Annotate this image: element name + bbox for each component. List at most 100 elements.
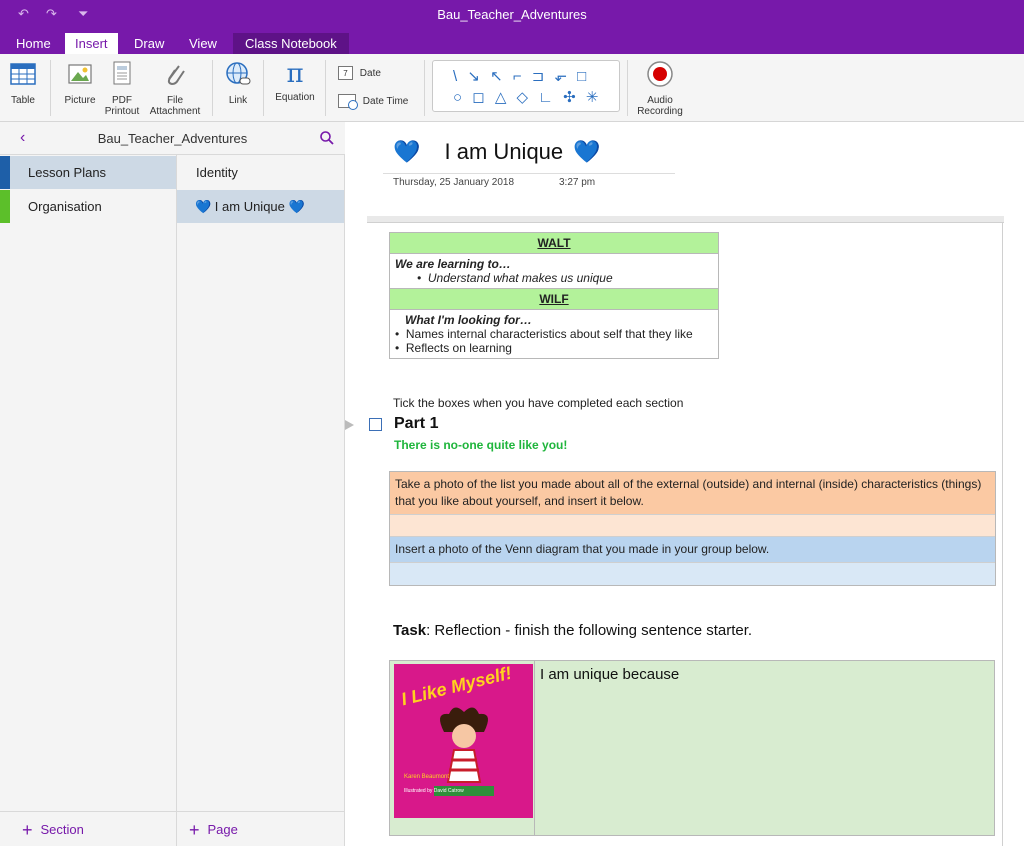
page-title[interactable]: 💙 I am Unique 💙 <box>393 139 601 165</box>
venn-instruction-cell: Insert a photo of the Venn diagram that … <box>390 537 995 563</box>
table-label: Table <box>11 95 35 106</box>
sentence-starter[interactable]: I am unique because <box>540 666 679 683</box>
tab-insert[interactable]: Insert <box>65 33 118 54</box>
plus-icon: + <box>22 820 33 840</box>
add-page-label: Page <box>207 822 238 837</box>
walt-header: WALT <box>389 232 719 254</box>
ribbon-separator <box>424 60 425 116</box>
notebook-name[interactable]: Bau_Teacher_Adventures <box>0 131 345 146</box>
page-item-i-am-unique[interactable]: 💙 I am Unique 💙 <box>177 190 344 223</box>
audio-recording-button[interactable]: Audio Recording <box>632 60 688 117</box>
ribbon-separator <box>263 60 264 116</box>
cell-divider <box>534 661 535 835</box>
photo-insert-cell[interactable] <box>390 515 995 537</box>
task-text: : Reflection - finish the following sent… <box>426 622 753 639</box>
paperclip-icon <box>167 65 185 86</box>
page-time: 3:27 pm <box>559 177 596 188</box>
picture-label: Picture <box>64 95 96 106</box>
ribbon-separator <box>325 60 326 116</box>
date-button[interactable]: 7 Date <box>338 66 381 80</box>
picture-button[interactable]: Picture <box>60 60 100 106</box>
calendar-clock-icon <box>338 94 358 110</box>
wilf-item: • Names internal characteristics about s… <box>395 327 693 341</box>
section-color-lesson-plans <box>0 156 10 189</box>
date-time-label: Date Time <box>362 95 409 107</box>
tab-view[interactable]: View <box>179 33 227 54</box>
part1-subtitle: There is no-one quite like you! <box>394 438 568 452</box>
globe-link-icon <box>226 62 251 85</box>
task-label: Task <box>393 622 427 639</box>
ribbon-separator <box>212 60 213 116</box>
pdf-label-2: Printout <box>104 106 140 117</box>
table-icon <box>10 63 36 85</box>
section-pane <box>0 122 177 846</box>
paragraph-handle-icon[interactable] <box>345 420 354 430</box>
girl-illustration <box>434 707 494 796</box>
shapes-row-figures[interactable]: ○ ◻ △ ◇ ∟ ✣ ✳ <box>453 88 601 106</box>
file-label-1: File <box>166 95 184 106</box>
shapes-gallery[interactable]: \ ↘ ↖ ⌐ ⊐ ⬐ □ ○ ◻ △ ◇ ∟ ✣ ✳ <box>432 60 620 112</box>
file-attachment-button[interactable]: File Attachment <box>146 60 204 117</box>
plus-icon: + <box>189 820 200 840</box>
note-container-handle[interactable] <box>367 216 1004 223</box>
venn-insert-cell[interactable] <box>390 563 995 585</box>
blue-heart-icon: 💙 <box>393 139 421 164</box>
tab-draw[interactable]: Draw <box>124 33 174 54</box>
add-section-label: Section <box>40 822 84 837</box>
wilf-cell[interactable]: What I'm looking for… • Names internal c… <box>389 309 719 359</box>
picture-icon <box>68 64 92 84</box>
add-section-button[interactable]: + Section <box>0 811 177 846</box>
search-icon[interactable] <box>319 130 335 146</box>
window-title: Bau_Teacher_Adventures <box>437 7 587 22</box>
section-color-organisation <box>0 190 10 223</box>
task-heading: Task: Reflection - finish the following … <box>393 622 752 639</box>
title-bar: ↶ ↷ ⏷ Bau_Teacher_Adventures <box>0 0 1024 30</box>
walt-item: • Understand what makes us unique <box>417 271 613 285</box>
reflection-table: I Like Myself! Karen Beaumont Illustrate… <box>389 660 995 836</box>
pi-icon: π <box>286 59 304 89</box>
part1-checkbox[interactable] <box>369 418 382 431</box>
link-button[interactable]: Link <box>220 60 256 106</box>
page-canvas[interactable]: 💙 I am Unique 💙 Thursday, 25 January 201… <box>345 122 1024 846</box>
table-button[interactable]: Table <box>4 60 42 106</box>
add-page-button[interactable]: + Page <box>177 811 345 846</box>
book-cover-image: I Like Myself! Karen Beaumont Illustrate… <box>394 664 533 818</box>
wilf-intro: What I'm looking for… <box>405 313 532 327</box>
walt-intro: We are learning to… <box>395 257 511 271</box>
book-illustrator: Illustrated by David Catrow <box>404 788 464 794</box>
page-date: Thursday, 25 January 2018 <box>393 177 515 188</box>
pdf-label-1: PDF <box>112 95 132 106</box>
section-item-lesson-plans[interactable]: Lesson Plans <box>10 156 176 189</box>
pdf-printout-button[interactable]: PDF Printout <box>100 60 144 117</box>
ribbon: Table Picture PDF Printout File Attachme… <box>0 54 1024 122</box>
equation-label: Equation <box>275 92 315 103</box>
equation-button[interactable]: π Equation <box>270 60 320 103</box>
ribbon-separator <box>627 60 628 116</box>
link-label: Link <box>228 95 248 106</box>
record-icon <box>647 61 673 87</box>
shapes-row-lines[interactable]: \ ↘ ↖ ⌐ ⊐ ⬐ □ <box>453 67 589 85</box>
date-time-button[interactable]: Date Time <box>338 94 409 110</box>
pdf-icon <box>113 61 131 85</box>
tick-instruction: Tick the boxes when you have completed e… <box>393 396 684 410</box>
tab-home[interactable]: Home <box>6 33 61 54</box>
notebook-header: ‹ Bau_Teacher_Adventures <box>0 122 345 155</box>
wilf-header: WILF <box>389 288 719 310</box>
section-item-organisation[interactable]: Organisation <box>10 190 176 223</box>
wilf-item-text: Names internal characteristics about sel… <box>405 327 693 341</box>
walt-cell[interactable]: We are learning to… • Understand what ma… <box>389 253 719 289</box>
tab-class-notebook[interactable]: Class Notebook <box>233 33 349 54</box>
page-title-text: I am Unique <box>444 139 564 164</box>
wilf-item-text: Reflects on learning <box>405 341 512 355</box>
page-pane: Identity 💙 I am Unique 💙 <box>177 155 345 846</box>
page-item-identity[interactable]: Identity <box>177 156 344 189</box>
calendar-icon: 7 <box>338 66 353 80</box>
note-container-border <box>1002 223 1003 846</box>
audio-label-1: Audio <box>647 95 673 106</box>
ribbon-separator <box>50 60 51 116</box>
file-label-2: Attachment <box>149 106 201 117</box>
walt-wilf-table: WALT We are learning to… • Understand wh… <box>389 232 719 359</box>
audio-label-2: Recording <box>637 106 683 117</box>
blue-heart-icon: 💙 <box>573 139 601 164</box>
date-label: Date <box>359 67 381 79</box>
